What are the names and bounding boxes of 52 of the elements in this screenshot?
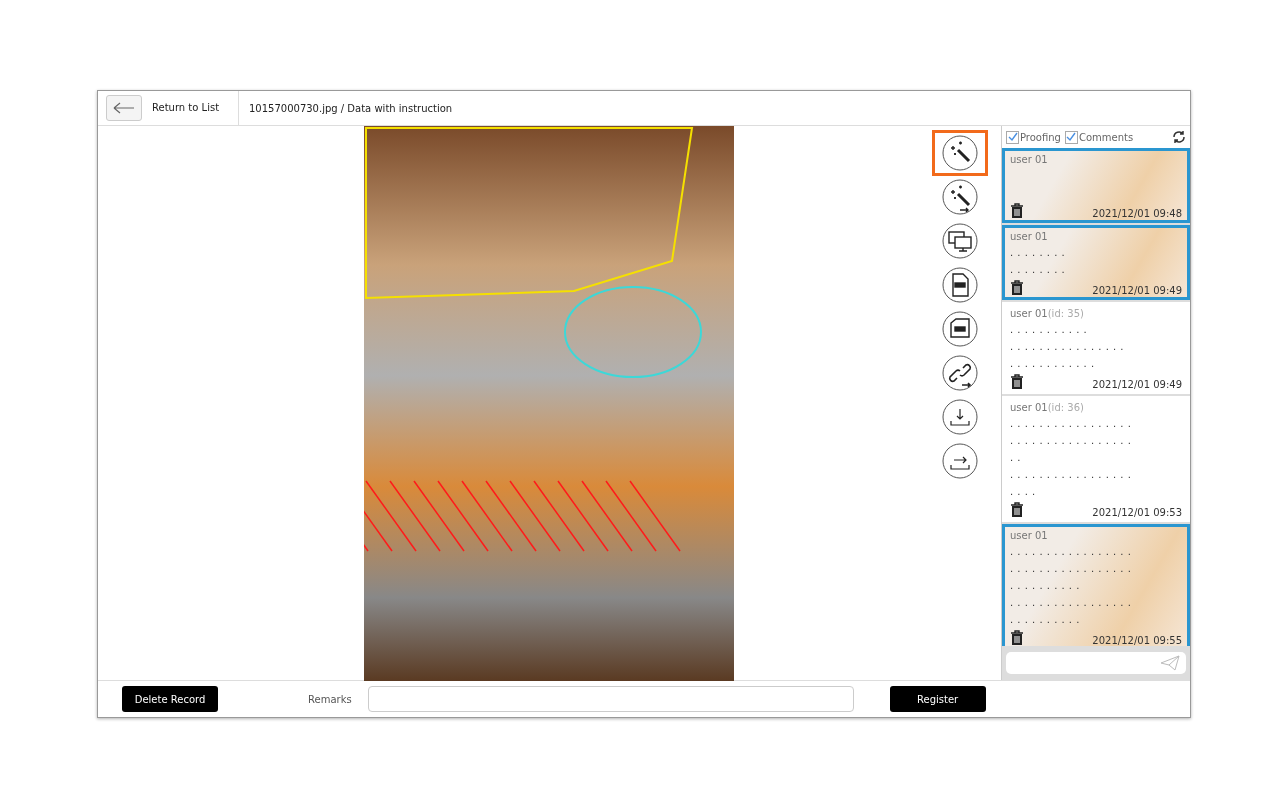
remarks-field[interactable]	[367, 686, 854, 712]
comment-user: user 01	[1010, 308, 1048, 319]
polygon-annotation[interactable]	[365, 127, 694, 300]
comment-user: user 01	[1010, 154, 1048, 165]
comment-text: . .	[1010, 452, 1023, 464]
file-title: 10157000730.jpg / Data with instruction	[249, 102, 453, 114]
refresh-icon[interactable]	[1172, 130, 1186, 144]
comment-text: . . . . . . . . . .	[1010, 614, 1081, 626]
trash-icon[interactable]	[1010, 630, 1024, 646]
comment-card[interactable]: user 01(id: 35) . . . . . . . . . . . . . . . . . . . . . . . . . . . . . . . . . . . . . . . 2021/12/01 09:49	[1002, 302, 1190, 394]
filter-checkbox[interactable]: Comments	[1064, 130, 1134, 144]
comment-text: . . . . . . . . . . . . . . . . .	[1010, 546, 1133, 558]
comment-time: 2021/12/01 09:48	[1092, 208, 1182, 219]
return-to-list-link[interactable]: Return to List	[152, 91, 239, 125]
comment-user: user 01	[1010, 231, 1048, 242]
comment-text: . . . . . . . . . . . .	[1010, 358, 1096, 370]
comment-card[interactable]: user 01 . . . . . . . . . . . . . . . . 2021/12/01 09:49	[1002, 225, 1190, 300]
comment-text: . . . . . . . . . . . . . . . . .	[1010, 563, 1133, 575]
comment-time: 2021/12/01 09:49	[1092, 379, 1182, 390]
back-arrow-icon	[113, 102, 135, 114]
checkmark-icon	[1007, 132, 1018, 142]
wand-tool-button[interactable]	[932, 130, 988, 176]
comment-card[interactable]: user 01(id: 36) . . . . . . . . . . . . . . . . . . . . . . . . . . . . . . . . . . . . . . . . . . . . . . . . . . . . . . . . . 2021/12/01 09:53	[1002, 396, 1190, 522]
trash-icon[interactable]	[1010, 203, 1024, 219]
comment-input[interactable]	[1006, 652, 1186, 674]
checkmark-icon	[1066, 132, 1077, 142]
comment-text: . . . . . . . . . . . . . . . .	[1010, 341, 1126, 353]
comment-id: (id: 35)	[1047, 308, 1084, 319]
comment-id: (id: 36)	[1047, 402, 1084, 413]
comment-text: . . . . . . . . . . . . . . . . .	[1010, 597, 1133, 609]
comment-user: user 01	[1010, 530, 1048, 541]
comment-text: . . . . . . . . . . . . . . . . .	[1010, 418, 1133, 430]
trash-icon[interactable]	[1010, 374, 1024, 390]
delete-record-button[interactable]: Delete Record	[122, 686, 218, 712]
comment-text: . . . . . . . .	[1010, 247, 1067, 259]
comment-text: . . . .	[1010, 486, 1037, 498]
comment-card[interactable]: user 01 2021/12/01 09:48	[1002, 148, 1190, 223]
comment-card[interactable]: user 01 . . . . . . . . . . . . . . . . . . . . . . . . . . . . . . . . . . . . . . . . . . . . . . . . . . . . . . . . . . . . . . . . . . . . . . . 2021/12/01 09:55	[1002, 524, 1190, 646]
comment-time: 2021/12/01 09:49	[1092, 285, 1182, 296]
comment-text: . . . . . . . .	[1010, 264, 1067, 276]
comment-time: 2021/12/01 09:53	[1092, 507, 1182, 518]
comment-time: 2021/12/01 09:55	[1092, 635, 1182, 646]
comment-text: . . . . . . . . . . . . . . . . .	[1010, 435, 1133, 447]
trash-icon[interactable]	[1010, 502, 1024, 518]
register-button[interactable]: Register	[889, 686, 986, 712]
comment-text: . . . . . . . . . . .	[1010, 324, 1089, 336]
comment-text: . . . . . . . . . .	[1010, 580, 1081, 592]
filter-checkbox[interactable]: Proofing	[1006, 130, 1061, 144]
trash-icon[interactable]	[1010, 280, 1024, 296]
remarks-label: Remarks	[308, 693, 352, 705]
comment-user: user 01	[1010, 402, 1048, 413]
comment-text: . . . . . . . . . . . . . . . . .	[1010, 469, 1133, 481]
